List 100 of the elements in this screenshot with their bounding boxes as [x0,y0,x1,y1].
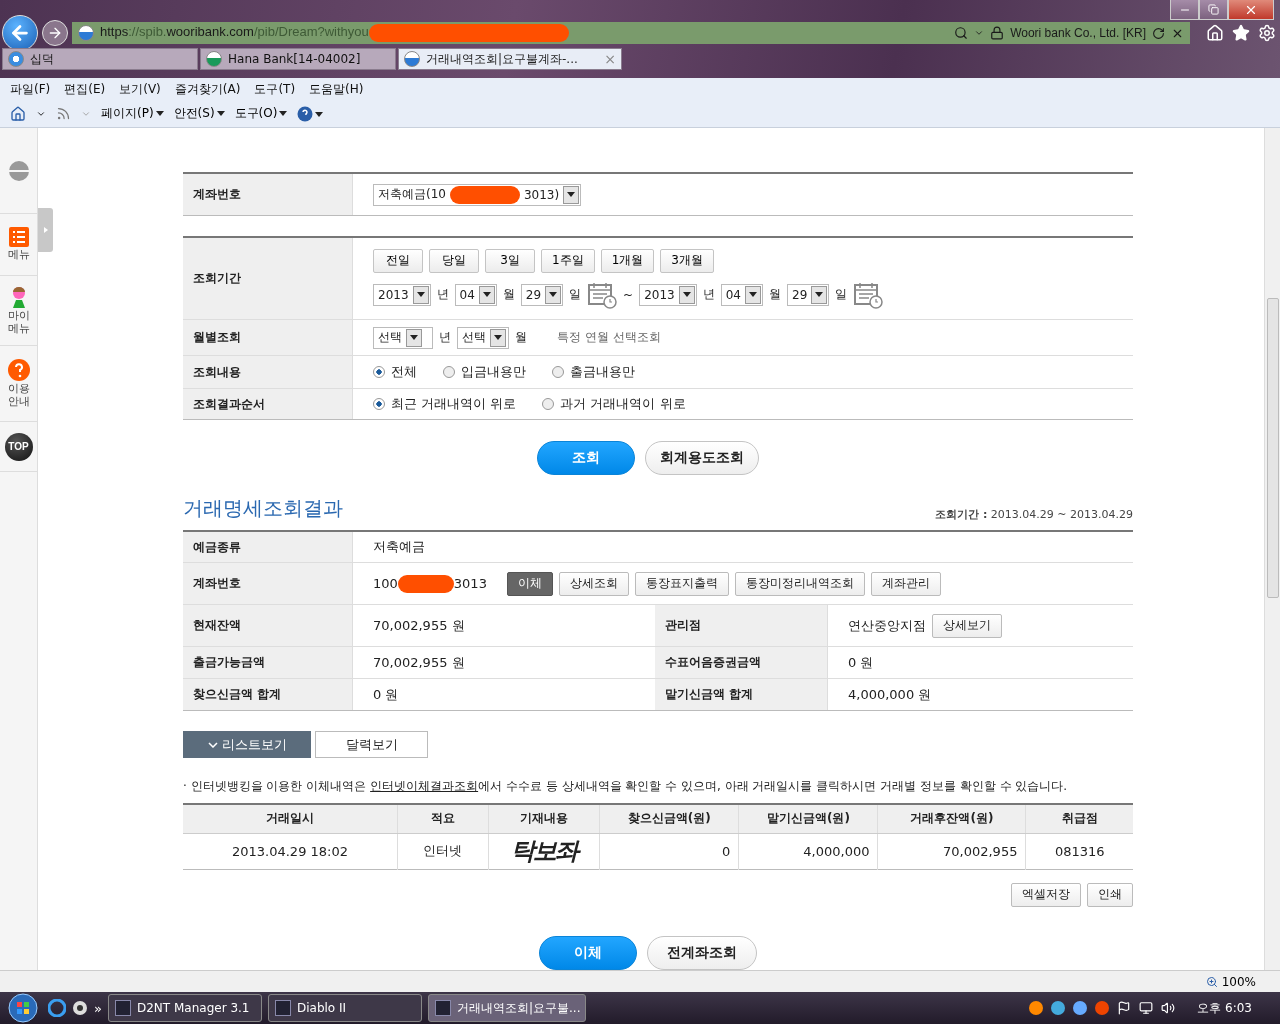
restore-button[interactable] [1199,0,1228,20]
table-cell: 4,000,000 [738,833,878,869]
dropdown[interactable]: 29 [787,283,830,306]
caret-icon [216,111,225,116]
period-button[interactable]: 당일 [429,248,479,273]
period-button[interactable]: 3개월 [660,248,714,273]
command-menu[interactable]: 도구(O) [234,105,288,122]
browser-tab[interactable]: Hana Bank[14-04002] [200,48,396,70]
sidebar-label[interactable]: 마이 메뉴 [7,309,30,336]
menu-item[interactable]: 보기(V) [119,81,161,98]
tray-icon[interactable] [1051,1001,1066,1015]
menu-item[interactable]: 도구(T) [254,81,296,98]
view-tab[interactable]: 달력보기 [315,731,428,758]
browser-icon[interactable] [48,999,66,1017]
help-icon[interactable] [297,105,324,122]
radio-option[interactable]: 전체 [373,363,417,381]
favorites-icon[interactable] [1232,24,1250,42]
dropdown[interactable]: 선택 [457,326,509,349]
dropdown[interactable]: 04 [720,283,763,306]
table-action-button[interactable]: 인쇄 [1087,882,1133,907]
dropdown[interactable]: 선택 [373,326,433,349]
taskbar-item[interactable]: D2NT Manager 3.1 [107,994,262,1022]
field-label: 월별조회 [183,320,353,355]
settings-icon[interactable] [1258,24,1276,42]
command-menu[interactable]: 안전(S) [173,105,225,122]
tray-icon[interactable] [1095,1001,1110,1015]
lock-icon [990,26,1005,40]
home-icon[interactable] [10,105,26,122]
table-action-button[interactable]: 엑셀저장 [1011,882,1081,907]
action-button[interactable]: 통장표지출력 [634,571,729,596]
taskbar-item[interactable]: 거래내역조회|요구불... [427,994,586,1022]
calendar-icon[interactable] [853,280,884,309]
browser-tab[interactable]: 거래내역조회|요구불계좌-... × [398,48,622,70]
feed-icon[interactable] [56,106,71,121]
top-button[interactable]: TOP [4,432,33,461]
tray-icon[interactable] [1029,1001,1044,1015]
all-accounts-button[interactable]: 전계좌조회 [647,935,757,970]
back-button[interactable] [2,15,38,51]
dropdown[interactable]: 29 [520,283,564,306]
menu-item[interactable]: 도움말(H) [309,81,364,98]
caret-icon[interactable] [974,28,985,38]
media-icon[interactable] [72,1000,88,1016]
taskbar-item[interactable]: Diablo II [267,994,422,1022]
radio-button[interactable] [552,366,564,378]
chevron-icon [207,741,218,748]
radio-button[interactable] [373,398,385,410]
dropdown[interactable]: 2013 [639,283,697,306]
address-bar[interactable]: https://spib.wooribank.com/pib/Dream?withyou Woori bank Co., Ltd. [KR] [72,22,1190,44]
expand-handle[interactable] [38,208,53,252]
network-icon[interactable] [1139,1001,1154,1015]
calendar-icon[interactable] [587,280,618,309]
list-icon[interactable] [8,227,29,248]
close-button[interactable] [1228,0,1274,20]
minimize-button[interactable] [1170,0,1199,20]
tray-icon[interactable] [1073,1001,1088,1015]
zoom-icon [1205,975,1218,988]
menu-item[interactable]: 즐겨찾기(A) [174,81,241,98]
scrollbar-thumb[interactable] [1266,298,1279,598]
field-label: 현재잔액 [183,605,353,646]
radio-option[interactable]: 출금내용만 [552,363,635,381]
radio-button[interactable] [443,366,455,378]
radio-option[interactable]: 과거 거래내역이 위로 [542,395,686,413]
dropdown[interactable]: 2013 [373,283,431,306]
dropdown[interactable]: 04 [454,283,497,306]
column-header: 적요 [397,804,489,833]
more-icon[interactable]: » [94,1000,102,1016]
action-button[interactable]: 상세조회 [558,571,629,596]
sidebar-label[interactable]: 메뉴 [7,249,30,262]
period-button[interactable]: 1주일 [541,248,595,273]
forward-arrow-icon [47,25,63,41]
date-link[interactable]: 2013.04.29 18:02 [183,833,398,869]
period-button[interactable]: 전일 [373,248,423,273]
transfer-result-link[interactable]: 인터넷이체결과조회 [370,779,479,793]
browser-tab[interactable]: 십덕 [2,48,198,70]
command-menu[interactable]: 페이지(P) [101,105,164,122]
period-button[interactable]: 1개월 [600,248,655,273]
refresh-icon[interactable] [1152,26,1165,40]
flag-icon[interactable] [1117,1001,1132,1015]
radio-button[interactable] [542,398,555,410]
restore-icon [1208,4,1219,15]
radio-option[interactable]: 입금내용만 [443,363,526,381]
menu-item[interactable]: 파일(F) [10,81,51,98]
volume-icon[interactable] [1161,1001,1176,1015]
clock[interactable]: 오후 6:03 [1197,999,1252,1017]
zoom-level[interactable]: 100% [1221,974,1256,989]
view-tab[interactable]: 리스트보기 [183,731,311,758]
sidebar-label[interactable]: 이용 안내 [7,382,30,409]
action-button[interactable]: 계좌관리 [870,571,941,596]
account-dropdown[interactable]: 저축예금(10 3013) [373,183,582,206]
field-value: 70,002,955 원 [373,653,466,672]
radio-option[interactable]: 최근 거래내역이 위로 [373,395,517,413]
forward-button[interactable] [42,20,68,46]
search-icon[interactable] [954,26,969,40]
period-button[interactable]: 3일 [485,248,535,273]
action-button[interactable]: 통장미정리내역조회 [734,571,865,596]
details-button[interactable]: 상세보기 [932,613,1002,638]
action-button[interactable]: 이체 [506,571,553,596]
menu-item[interactable]: 편집(E) [64,81,106,98]
accounting-search-button[interactable]: 회계용도조회 [645,441,759,475]
radio-button[interactable] [373,366,385,378]
